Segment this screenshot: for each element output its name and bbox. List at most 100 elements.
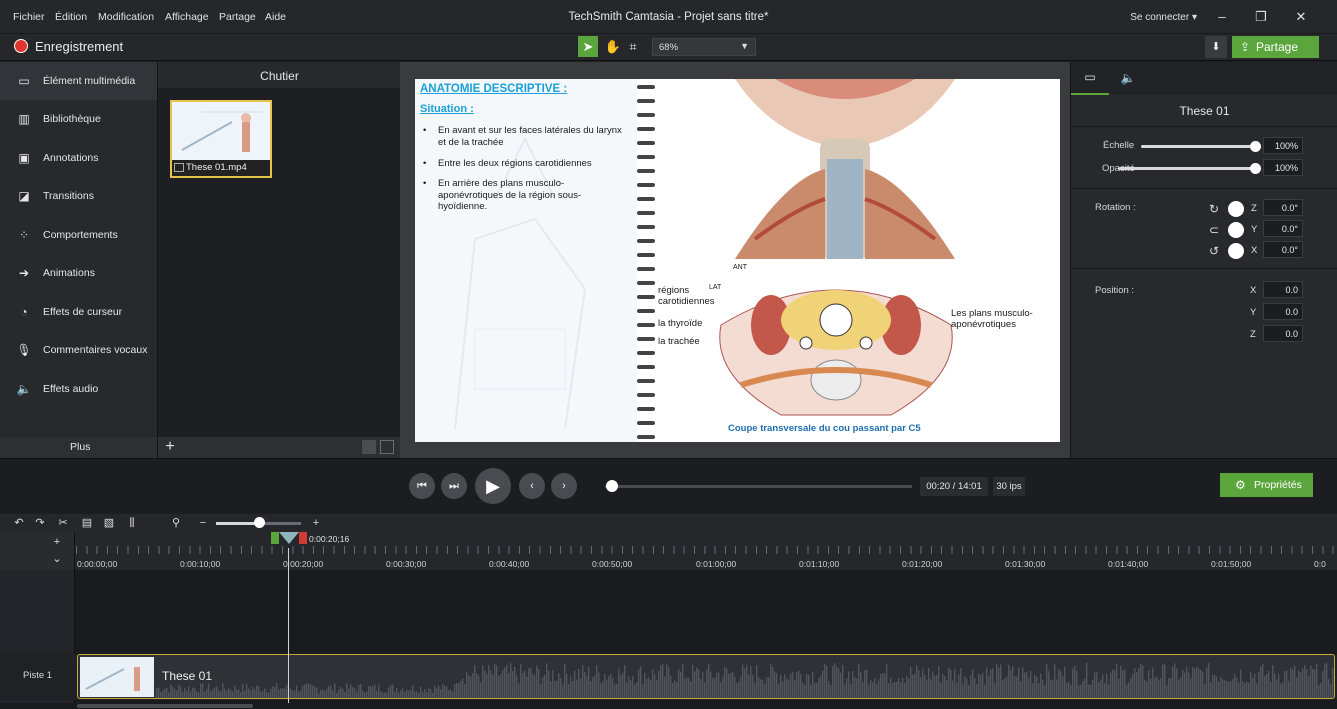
timeline-scrollbar[interactable] <box>0 703 1337 709</box>
media-clip-thumbnail[interactable]: These 01.mp4 <box>170 100 272 178</box>
waveform-bar <box>184 688 186 698</box>
next-icon[interactable]: › <box>551 473 577 499</box>
paste-icon[interactable]: ▧ <box>102 516 116 530</box>
position-x-value[interactable]: 0.0 <box>1263 281 1303 298</box>
opacity-slider[interactable] <box>1118 163 1261 174</box>
record-button[interactable]: Enregistrement <box>35 39 123 54</box>
waveform-bar <box>928 667 930 698</box>
sidebar-item-annotations[interactable]: ▣ Annotations <box>0 139 157 177</box>
waveform-bar <box>392 684 394 698</box>
rotation-z-value[interactable]: 0.0° <box>1263 199 1303 216</box>
timeline-scrollbar-thumb[interactable] <box>77 704 253 708</box>
zoom-dropdown[interactable]: 68% ▼ <box>652 38 756 56</box>
cut-icon[interactable]: ✂ <box>56 516 70 530</box>
sidebar-item-library[interactable]: ▥ Bibliothèque <box>0 100 157 138</box>
copy-icon[interactable]: ▤ <box>80 516 94 530</box>
close-icon[interactable]: ✕ <box>1290 9 1312 25</box>
scale-value[interactable]: 100% <box>1263 137 1303 154</box>
waveform-bar <box>1038 683 1040 698</box>
sign-in-menu[interactable]: Se connecter ▾ <box>1130 12 1197 23</box>
sidebar-item-audio-effects[interactable]: 🔈 Effets audio <box>0 370 157 408</box>
slide-preview[interactable]: ANATOMIE DESCRIPTIVE : Situation : En av… <box>415 79 1060 442</box>
menu-affichage[interactable]: Affichage <box>165 11 209 23</box>
zoom-icon[interactable]: ⚲ <box>169 516 183 530</box>
waveform-bar <box>1246 681 1248 698</box>
position-y-value[interactable]: 0.0 <box>1263 303 1303 320</box>
properties-button[interactable]: ⚙ Propriétés <box>1220 473 1313 497</box>
waveform-bar <box>756 665 758 698</box>
waveform-bar <box>338 689 340 698</box>
sidebar-item-cursor-effects[interactable]: ◔ Effets de curseur <box>0 293 157 331</box>
opacity-slider-fill <box>1118 167 1256 170</box>
properties-panel: ▭ 🔈 These 01 Échelle 100% Opacité 100% R… <box>1070 62 1337 458</box>
scrub-knob[interactable] <box>606 480 619 492</box>
waveform-bar <box>842 664 844 698</box>
waveform-bar <box>1214 675 1216 698</box>
add-track-icon[interactable]: + <box>50 535 64 549</box>
opacity-slider-knob[interactable] <box>1250 163 1261 174</box>
waveform-bar <box>1070 684 1072 698</box>
sidebar-item-animations[interactable]: ➔ Animations <box>0 254 157 292</box>
collapse-tracks-icon[interactable]: ⌄ <box>50 552 64 566</box>
step-forward-icon[interactable]: ⏭ <box>441 473 467 499</box>
sidebar-item-behaviors[interactable]: ⁘ Comportements <box>0 216 157 254</box>
play-icon[interactable]: ▶ <box>475 468 511 504</box>
pointer-tool-icon[interactable]: ➤ <box>578 36 598 57</box>
rotation-x-value[interactable]: 0.0° <box>1263 241 1303 258</box>
timeline-zoom-knob[interactable] <box>254 517 265 528</box>
microphone-icon: 🎙 <box>16 343 32 357</box>
sidebar-item-transitions[interactable]: ◪ Transitions <box>0 177 157 215</box>
redo-icon[interactable]: ↷ <box>33 516 47 530</box>
add-media-button[interactable]: + <box>162 438 178 456</box>
position-z-value[interactable]: 0.0 <box>1263 325 1303 342</box>
menu-edition[interactable]: Édition <box>55 11 87 23</box>
list-view-icon[interactable] <box>380 440 394 454</box>
sidebar-item-voice-narration[interactable]: 🎙 Commentaires vocaux <box>0 331 157 369</box>
previous-icon[interactable]: ‹ <box>519 473 545 499</box>
download-icon[interactable]: ⬇ <box>1205 36 1227 58</box>
waveform-bar <box>744 668 746 698</box>
playhead-marker[interactable] <box>271 532 307 544</box>
waveform-bar <box>480 682 482 698</box>
track-label[interactable]: Piste 1 <box>23 670 52 681</box>
waveform-bar <box>1120 665 1122 698</box>
record-icon[interactable] <box>14 39 28 53</box>
waveform-bar <box>832 666 834 698</box>
scale-slider[interactable] <box>1141 141 1261 152</box>
menu-modification[interactable]: Modification <box>98 11 154 23</box>
rotation-z-dial[interactable] <box>1228 201 1244 217</box>
hand-tool-icon[interactable]: ✋ <box>604 36 622 57</box>
waveform-bar <box>162 690 164 698</box>
timeline-clip[interactable]: These 01 <box>77 654 1335 699</box>
canvas-area: ANATOMIE DESCRIPTIVE : Situation : En av… <box>400 62 1070 458</box>
undo-icon[interactable]: ↶ <box>12 516 26 530</box>
restore-icon[interactable]: ❐ <box>1250 9 1272 25</box>
video-properties-tab-icon[interactable]: ▭ <box>1071 62 1109 95</box>
waveform-bar <box>742 664 744 698</box>
sidebar-item-media[interactable]: ▭ Élément multimédia <box>0 62 157 100</box>
waveform-bar <box>1082 680 1084 698</box>
menu-partage[interactable]: Partage <box>219 11 256 23</box>
rotation-y-dial[interactable] <box>1228 222 1244 238</box>
scrub-bar[interactable] <box>605 485 912 488</box>
menu-aide[interactable]: Aide <box>265 11 286 23</box>
zoom-out-icon[interactable]: − <box>196 516 210 530</box>
waveform-bar <box>1170 678 1172 698</box>
step-back-icon[interactable]: ⏮ <box>409 473 435 499</box>
rotation-y-value[interactable]: 0.0° <box>1263 220 1303 237</box>
zoom-in-icon[interactable]: + <box>309 516 323 530</box>
share-button[interactable]: ⇪ Partage <box>1232 36 1319 58</box>
crop-tool-icon[interactable]: ⌗ <box>624 36 642 57</box>
grid-view-icon[interactable] <box>362 440 376 454</box>
menu-fichier[interactable]: Fichier <box>13 11 45 23</box>
timeline-ruler[interactable]: + ⌄ 0:00:20;16 0:00:00;00 0:00:10;00 0:0… <box>0 532 1337 570</box>
scale-slider-knob[interactable] <box>1250 141 1261 152</box>
waveform-bar <box>1110 672 1112 698</box>
minimize-icon[interactable]: – <box>1211 9 1233 25</box>
split-icon[interactable]: ⫼ <box>125 516 139 530</box>
rotation-x-dial[interactable] <box>1228 243 1244 259</box>
waveform-bar <box>168 692 170 698</box>
opacity-value[interactable]: 100% <box>1263 159 1303 176</box>
audio-properties-tab-icon[interactable]: 🔈 <box>1109 62 1147 95</box>
more-tools-button[interactable]: Plus <box>0 437 157 458</box>
